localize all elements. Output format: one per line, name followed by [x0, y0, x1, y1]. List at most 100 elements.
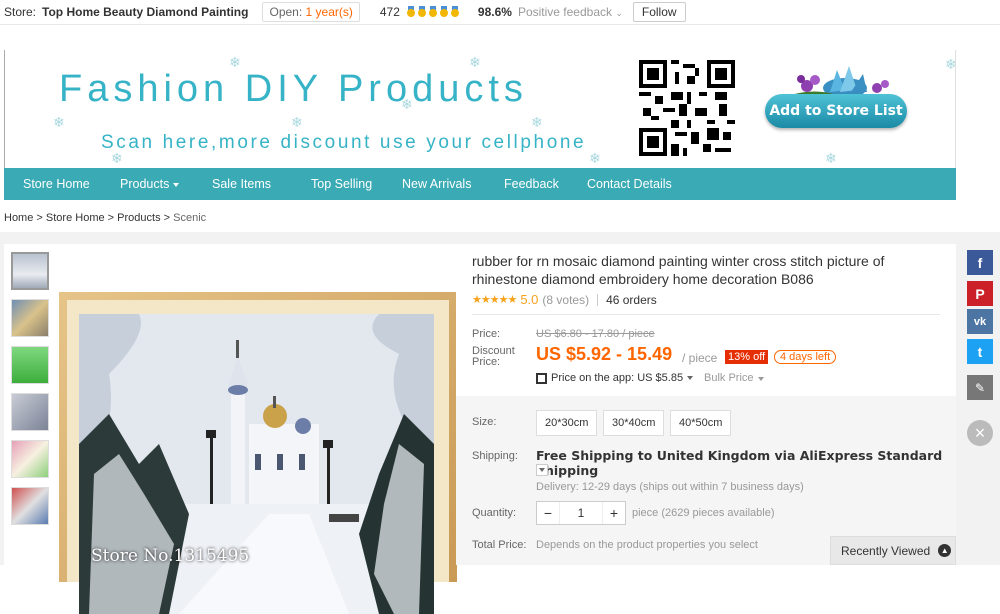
nav-feedback[interactable]: Feedback	[504, 177, 559, 191]
product-image-frame[interactable]: Store No.1315495	[59, 292, 457, 614]
store-open-badge: Open: 1 year(s)	[262, 2, 360, 22]
snowflake-icon: ❄	[945, 56, 956, 72]
discount-price: US $5.92 - 15.49	[536, 344, 673, 364]
thumbnail[interactable]	[11, 440, 49, 478]
recently-viewed-label: Recently Viewed	[841, 543, 931, 558]
product-title: rubber for rn mosaic diamond painting wi…	[472, 253, 885, 287]
size-option-30x40[interactable]: 30*40cm	[603, 410, 665, 436]
orders-count: 46 orders	[606, 292, 657, 307]
plus-button[interactable]: +	[603, 505, 625, 521]
discount-badge: 13% off	[725, 350, 769, 364]
store-score: 472	[379, 5, 400, 19]
price-label: Price:	[472, 328, 501, 340]
feedback-dropdown[interactable]: Positive feedback ⌄	[518, 5, 623, 19]
nav-contact-details[interactable]: Contact Details	[587, 177, 672, 191]
medal-icon	[450, 6, 460, 18]
shipping-method: Free Shipping to United Kingdom via AliE…	[536, 448, 943, 478]
nav-top-selling[interactable]: Top Selling	[311, 177, 372, 191]
snowflake-icon: ❄	[53, 114, 65, 130]
thumbnail[interactable]	[11, 299, 49, 337]
per-piece: / piece	[682, 351, 718, 365]
breadcrumb-scenic[interactable]: Scenic	[173, 212, 206, 224]
quantity-input[interactable]: 1	[559, 502, 603, 524]
product-details: rubber for rn mosaic diamond painting wi…	[456, 244, 956, 565]
store-bar: Store: Top Home Beauty Diamond Painting …	[0, 0, 1000, 24]
medal-icon	[417, 6, 427, 18]
discount-price-label: Discount Price:	[472, 345, 515, 368]
breadcrumb-sep: >	[36, 212, 43, 224]
pinterest-share-icon[interactable]: P	[967, 281, 993, 306]
nav-sale-items[interactable]: Sale Items	[212, 177, 271, 191]
rating-score: 5.0	[520, 292, 539, 307]
snowflake-icon: ❄	[589, 150, 601, 166]
bulk-price-dropdown[interactable]: Bulk Price	[704, 372, 764, 384]
caret-down-icon	[757, 377, 764, 381]
days-left-badge: 4 days left	[774, 350, 837, 364]
chevron-down-icon: ⌄	[615, 8, 623, 18]
thumbnail[interactable]	[11, 346, 49, 384]
winter-church-painting	[79, 314, 434, 614]
size-option-20x30[interactable]: 20*30cm	[536, 410, 598, 436]
breadcrumb: Home > Store Home > Products > Scenic	[4, 212, 206, 224]
store-label: Store:	[4, 5, 37, 19]
divider	[0, 24, 1000, 25]
quantity-stepper: − 1 +	[536, 501, 626, 525]
minus-button[interactable]: −	[537, 505, 559, 521]
chevron-up-icon: ▲	[938, 544, 952, 557]
divider	[597, 293, 599, 306]
store-banner: ❄ ❄ ❄ ❄ ❄ ❄ ❄ ❄ ❄ ❄ Fashion DIY Products…	[4, 50, 956, 168]
star-rating-icon: ★★★★★	[472, 294, 517, 306]
size-option-40x50[interactable]: 40*50cm	[670, 410, 732, 436]
total-price-label: Total Price:	[472, 539, 527, 551]
nav-store-home[interactable]: Store Home	[23, 177, 90, 191]
breadcrumb-sep: >	[107, 212, 115, 224]
product-rating: ★★★★★ 5.0 (8 votes) 46 orders	[472, 292, 657, 307]
store-medals-icon	[406, 6, 460, 18]
nav-products[interactable]: Products	[120, 177, 180, 191]
add-to-store-list-button[interactable]: Add to Store List	[765, 94, 907, 128]
breadcrumb-home[interactable]: Home	[4, 212, 33, 224]
store-watermark: Store No.1315495	[91, 546, 250, 566]
recently-viewed-button[interactable]: Recently Viewed ▲	[830, 536, 956, 565]
product-image[interactable]	[79, 314, 434, 614]
availability: piece (2629 pieces available)	[632, 507, 775, 519]
chevron-down-icon	[539, 468, 545, 472]
thumbnail[interactable]	[11, 252, 49, 290]
bulk-price-label: Bulk Price	[704, 372, 754, 384]
qr-code-icon	[536, 372, 547, 384]
total-price-value: Depends on the product properties you se…	[536, 539, 758, 551]
medal-icon	[406, 6, 416, 18]
qr-code-icon[interactable]	[639, 60, 735, 156]
close-icon[interactable]: ×	[967, 420, 993, 446]
breadcrumb-products[interactable]: Products	[117, 212, 160, 224]
banner-title: Fashion DIY Products	[59, 68, 528, 110]
snowflake-icon: ❄	[531, 114, 543, 130]
medal-icon	[439, 6, 449, 18]
rating-votes-link[interactable]: (8 votes)	[542, 293, 589, 307]
twitter-share-icon[interactable]: t	[967, 339, 993, 364]
banner-subtitle: Scan here,more discount use your cellpho…	[101, 132, 587, 153]
app-price-text: Price on the app: US $5.85	[551, 372, 684, 384]
nav-new-arrivals[interactable]: New Arrivals	[402, 177, 471, 191]
follow-button[interactable]: Follow	[632, 2, 686, 22]
delivery-estimate: Delivery: 12-29 days (ships out within 7…	[536, 481, 804, 493]
vk-share-icon[interactable]: vk	[967, 309, 993, 334]
snowflake-icon: ❄	[825, 150, 837, 166]
open-years: 1 year(s)	[305, 5, 353, 19]
feedback-percent: 98.6%	[477, 5, 512, 19]
size-label: Size:	[472, 416, 497, 428]
shipping-dropdown[interactable]	[536, 464, 548, 476]
store-name-link[interactable]: Top Home Beauty Diamond Painting	[42, 5, 248, 19]
caret-down-icon	[173, 182, 180, 187]
open-prefix: Open:	[269, 5, 303, 19]
thumbnail[interactable]	[11, 393, 49, 431]
facebook-share-icon[interactable]: f	[967, 250, 993, 275]
product-gallery: Store No.1315495	[4, 244, 457, 614]
breadcrumb-store-home[interactable]: Store Home	[46, 212, 105, 224]
edit-pencil-icon[interactable]: ✎	[967, 375, 993, 400]
feedback-label: Positive feedback	[517, 5, 612, 19]
app-price-dropdown[interactable]: Price on the app: US $5.85	[536, 372, 694, 384]
quantity-label: Quantity:	[472, 507, 517, 519]
store-nav: Store Home Products Sale Items Top Selli…	[4, 168, 956, 200]
thumbnail[interactable]	[11, 487, 49, 525]
